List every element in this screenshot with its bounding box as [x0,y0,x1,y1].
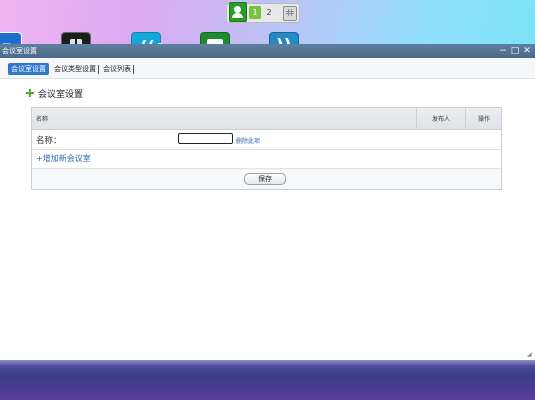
maximize-button[interactable]: □ [510,44,520,58]
desktop-1-button[interactable]: 1 [249,6,261,19]
column-publisher: 发布人 [432,116,451,123]
tab-meeting-list[interactable]: 会议列表 [103,63,131,75]
column-name: 名称 [36,116,49,123]
grid-icon[interactable] [283,6,297,21]
tab-divider [133,65,134,74]
taskbar [0,360,535,400]
add-row: +增加新会议室 [32,150,501,169]
name-label: 名称： [36,136,62,146]
table-footer: 保存 [32,169,501,189]
meeting-room-table: 名称 发布人 操作 名称： 删除此项 +增加新会议室 保存 [31,107,502,190]
column-divider [416,108,417,129]
window-title: 会议室设置 [2,47,37,55]
table-header: 名称 发布人 操作 [32,108,501,130]
column-action: 操作 [478,116,491,123]
tab-meeting-type-settings[interactable]: 会议类型设置 [54,63,96,75]
tab-meeting-room-settings[interactable]: 会议室设置 [8,63,49,75]
add-meeting-room-link[interactable]: +增加新会议室 [36,153,91,164]
column-divider [465,108,466,129]
room-name-input[interactable] [178,133,233,144]
minimize-button[interactable]: − [498,44,508,58]
table-row: 名称： 删除此项 [32,130,501,150]
user-icon[interactable] [229,2,247,22]
section-title: 会议室设置 [38,90,84,100]
tab-bar: 会议室设置 会议类型设置 会议列表 [0,58,535,79]
save-button[interactable]: 保存 [244,173,286,185]
window-titlebar[interactable]: 会议室设置 − □ ✕ [0,44,535,58]
plus-icon [26,89,34,97]
delete-link[interactable]: 删除此项 [236,136,260,145]
meeting-room-window: 会议室设置 − □ ✕ 会议室设置 会议类型设置 会议列表 会议室设置 名称 发… [0,44,535,360]
top-dock: 1 2 [226,2,300,23]
tab-divider [98,65,99,74]
desktop-2-button[interactable]: 2 [263,6,275,19]
resize-handle-icon[interactable]: ◢ [527,352,533,358]
close-button[interactable]: ✕ [522,44,532,58]
